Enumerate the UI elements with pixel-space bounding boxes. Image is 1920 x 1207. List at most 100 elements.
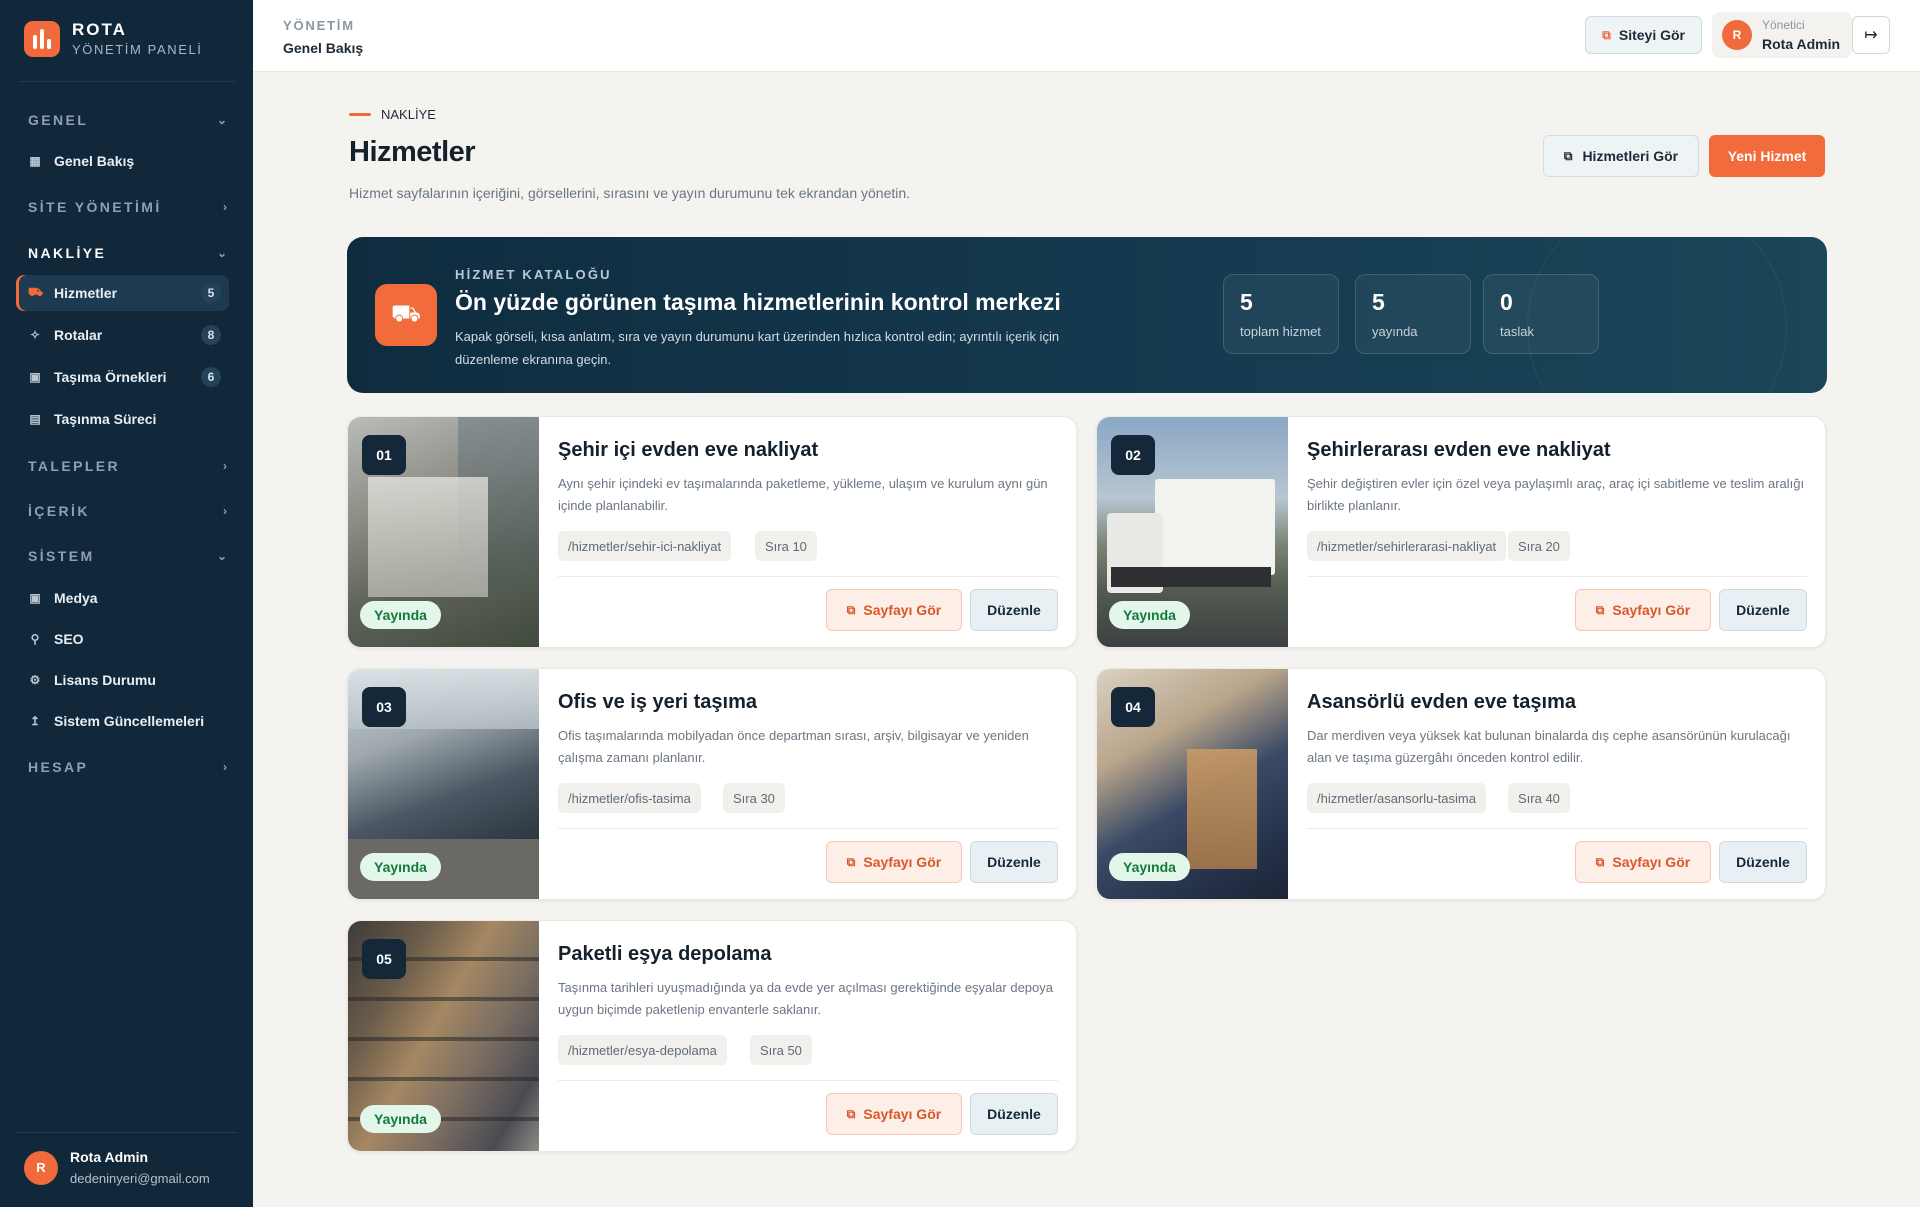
service-card[interactable]: 01 Yayında Şehir içi evden eve nakliyat …: [347, 416, 1077, 648]
hero-description: Kapak görseli, kısa anlatım, sıra ve yay…: [455, 329, 1060, 367]
user-name: Rota Admin: [1762, 36, 1841, 52]
sidebar-divider: [18, 81, 235, 82]
sidebar-section-sistem[interactable]: SİSTEM ⌄: [28, 546, 227, 566]
user-menu[interactable]: R Yönetici Rota Admin: [1712, 12, 1852, 58]
view-page-label: Sayfayı Gör: [1612, 854, 1691, 870]
service-card[interactable]: 03 Yayında Ofis ve iş yeri taşıma Ofis t…: [347, 668, 1077, 900]
gear-icon: ⚙: [29, 673, 41, 687]
service-number: 02: [1111, 435, 1155, 475]
service-slug: /hizmetler/sehirlerarasi-nakliyat: [1307, 531, 1507, 561]
sidebar-item-label: Taşıma Örnekleri: [54, 369, 167, 385]
brand[interactable]: ROTA YÖNETİM PANELİ: [24, 20, 203, 57]
edit-button[interactable]: Düzenle: [970, 589, 1058, 631]
grid-icon: ▦: [29, 154, 41, 168]
view-page-button[interactable]: ⧉ Sayfayı Gör: [1575, 589, 1711, 631]
service-slug: /hizmetler/ofis-tasima: [558, 783, 701, 813]
status-badge: Yayında: [360, 853, 441, 881]
topbar: YÖNETİM Genel Bakış ⧉ Siteyi Gör R Yöneti…: [253, 0, 1920, 72]
logout-button[interactable]: ↦: [1852, 16, 1890, 54]
service-card[interactable]: 02 Yayında Şehirlerarası evden eve nakli…: [1096, 416, 1826, 648]
sidebar-item-medya[interactable]: ▣ Medya: [16, 580, 229, 616]
sidebar-item-seo[interactable]: ⚲ SEO: [16, 621, 229, 657]
sidebar-item-sistem-guncellemeleri[interactable]: ↥ Sistem Güncellemeleri: [16, 703, 229, 739]
avatar: R: [24, 1150, 58, 1185]
service-slug: /hizmetler/esya-depolama: [558, 1035, 727, 1065]
service-description: Şehir değiştiren evler için özel veya pa…: [1307, 476, 1805, 513]
service-number: 05: [362, 939, 406, 979]
sidebar-divider: [16, 1132, 237, 1133]
hero-eyebrow: HİZMET KATALOĞU: [455, 267, 612, 282]
view-page-button[interactable]: ⧉ Sayfayı Gör: [826, 589, 962, 631]
edit-button[interactable]: Düzenle: [1719, 589, 1807, 631]
logout-icon: ↦: [1864, 27, 1878, 44]
card-divider: [1307, 576, 1807, 577]
view-page-button[interactable]: ⧉ Sayfayı Gör: [1575, 841, 1711, 883]
view-page-label: Sayfayı Gör: [1612, 602, 1691, 618]
sidebar-section-nakliye[interactable]: NAKLİYE ⌄: [28, 243, 227, 263]
edit-button[interactable]: Düzenle: [1719, 841, 1807, 883]
section-label: NAKLİYE: [28, 245, 107, 261]
view-page-button[interactable]: ⧉ Sayfayı Gör: [826, 1093, 962, 1135]
truck-icon: ⛟: [28, 285, 44, 299]
sidebar-section-hesap[interactable]: HESAP ›: [28, 757, 227, 777]
sidebar-user[interactable]: R Rota Admin dedeninyeri@gmail.com: [24, 1149, 210, 1186]
edit-button[interactable]: Düzenle: [970, 1093, 1058, 1135]
external-link-icon: ⧉: [846, 1106, 856, 1121]
view-site-button[interactable]: ⧉ Siteyi Gör: [1585, 16, 1702, 54]
service-card[interactable]: 05 Yayında Paketli eşya depolama Taşınma…: [347, 920, 1077, 1152]
breadcrumb-section: YÖNETİM: [283, 18, 355, 33]
sidebar-item-lisans-durumu[interactable]: ⚙ Lisans Durumu: [16, 662, 229, 698]
view-services-label: Hizmetleri Gör: [1582, 148, 1679, 164]
count-badge: 8: [201, 325, 221, 345]
card-divider: [1307, 828, 1807, 829]
service-slug: /hizmetler/asansorlu-tasima: [1307, 783, 1486, 813]
accent-bar: [349, 113, 371, 116]
service-title: Şehir içi evden eve nakliyat: [558, 439, 819, 461]
route-icon: ✧: [29, 328, 41, 342]
stat-value: 5: [1372, 289, 1385, 315]
edit-button[interactable]: Düzenle: [970, 841, 1058, 883]
stat-value: 0: [1500, 289, 1513, 315]
sidebar-item-hizmetler[interactable]: ⛟ Hizmetler 5: [16, 275, 229, 311]
brand-logo-icon: [24, 20, 60, 57]
stat-total: 5 toplam hizmet: [1223, 274, 1339, 354]
sidebar-item-genel-bakis[interactable]: ▦ Genel Bakış: [16, 143, 229, 179]
service-order: Sıra 10: [755, 531, 817, 561]
sidebar-item-label: Lisans Durumu: [54, 672, 156, 688]
brand-name: ROTA: [72, 20, 127, 39]
section-label: SİSTEM: [28, 548, 95, 564]
sidebar-item-label: SEO: [54, 631, 84, 647]
card-divider: [558, 828, 1058, 829]
sidebar-user-email: dedeninyeri@gmail.com: [70, 1171, 210, 1186]
sidebar-section-talepler[interactable]: TALEPLER ›: [28, 456, 227, 476]
stat-published: 5 yayında: [1355, 274, 1471, 354]
sidebar-item-rotalar[interactable]: ✧ Rotalar 8: [16, 317, 229, 353]
view-page-label: Sayfayı Gör: [863, 602, 942, 618]
sidebar-item-label: Medya: [54, 590, 98, 606]
sidebar-section-icerik[interactable]: İÇERİK ›: [28, 501, 227, 521]
sidebar-item-label: Hizmetler: [54, 285, 118, 301]
page-description: Hizmet sayfalarının içeriğini, görseller…: [349, 185, 911, 201]
avatar: R: [1722, 20, 1752, 50]
sidebar-item-tasinma-sureci[interactable]: ▤ Taşınma Süreci: [16, 401, 229, 437]
chevron-right-icon: ›: [223, 504, 227, 518]
sidebar-item-tasima-ornekleri[interactable]: ▣ Taşıma Örnekleri 6: [16, 359, 229, 395]
new-service-button[interactable]: Yeni Hizmet: [1709, 135, 1825, 177]
view-services-button[interactable]: ⧉ Hizmetleri Gör: [1543, 135, 1699, 177]
stat-label: yayında: [1372, 324, 1418, 339]
sidebar-section-site-yonetimi[interactable]: SİTE YÖNETİMİ ›: [28, 197, 227, 217]
page-title: Hizmetler: [349, 136, 476, 168]
service-number: 04: [1111, 687, 1155, 727]
view-site-label: Siteyi Gör: [1618, 27, 1685, 43]
status-badge: Yayında: [360, 601, 441, 629]
external-link-icon: ⧉: [846, 854, 856, 869]
status-badge: Yayında: [1109, 853, 1190, 881]
external-link-icon: ⧉: [1595, 854, 1605, 869]
count-badge: 5: [201, 283, 221, 303]
service-card[interactable]: 04 Yayında Asansörlü evden eve taşıma Da…: [1096, 668, 1826, 900]
sidebar-item-label: Genel Bakış: [54, 153, 135, 169]
section-label: SİTE YÖNETİMİ: [28, 199, 162, 215]
sidebar-item-label: Sistem Güncellemeleri: [54, 713, 205, 729]
view-page-button[interactable]: ⧉ Sayfayı Gör: [826, 841, 962, 883]
sidebar-section-genel[interactable]: GENEL ⌄: [28, 110, 227, 130]
